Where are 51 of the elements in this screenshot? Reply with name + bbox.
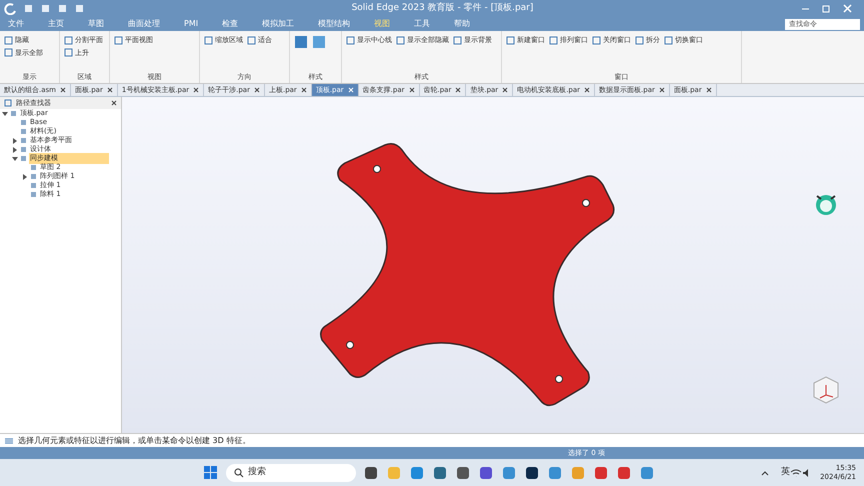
- tool-icon: [549, 36, 558, 45]
- prompt-text: 选择几何元素或特征以进行编辑，或单击某命令以创建 3D 特征。: [18, 434, 250, 446]
- tool-icon: [664, 36, 673, 45]
- app-icon[interactable]: [525, 466, 539, 480]
- style-icon[interactable]: [312, 35, 326, 49]
- window-title: Solid Edge 2023 教育版 - 零件 - [顶板.par]: [350, 2, 534, 15]
- close-icon[interactable]: [106, 87, 113, 93]
- close-icon[interactable]: [254, 87, 260, 93]
- close-icon[interactable]: [584, 87, 590, 93]
- mounting-hole-icon: [346, 341, 354, 349]
- mounting-hole-icon: [582, 199, 590, 207]
- tool-icon: [635, 36, 644, 45]
- tool-icon: [506, 36, 515, 45]
- tool-icon: [247, 36, 256, 45]
- mounting-hole-icon: [373, 165, 381, 173]
- tool-icon: [396, 36, 405, 45]
- close-icon[interactable]: [658, 87, 665, 93]
- expand-arrow-icon[interactable]: [12, 156, 18, 162]
- tool-icon: [114, 36, 123, 45]
- prompt-icon: [4, 436, 14, 444]
- app-icon[interactable]: [364, 466, 378, 480]
- chevron-up-icon[interactable]: [761, 468, 770, 476]
- expand-arrow-icon[interactable]: [2, 110, 8, 116]
- pathfinder-icon: [4, 99, 12, 107]
- assistant-icon[interactable]: [816, 195, 836, 215]
- close-icon[interactable]: [111, 100, 117, 106]
- close-icon[interactable]: [706, 87, 712, 93]
- close-icon[interactable]: [193, 87, 200, 93]
- close-icon[interactable]: [455, 87, 462, 93]
- search-icon: [234, 468, 244, 478]
- windows-start-icon[interactable]: [204, 466, 218, 480]
- tool-icon: [346, 36, 355, 45]
- close-icon[interactable]: [408, 87, 414, 93]
- ime-indicator[interactable]: 英: [781, 466, 790, 480]
- expand-arrow-icon[interactable]: [12, 138, 18, 144]
- style-icon[interactable]: [294, 35, 308, 49]
- wifi-icon[interactable]: [790, 468, 802, 478]
- mounting-hole-icon: [555, 375, 563, 383]
- close-icon[interactable]: [300, 87, 307, 93]
- tool-icon: [453, 36, 462, 45]
- close-icon[interactable]: [502, 87, 508, 93]
- restore-icon[interactable]: [822, 4, 831, 13]
- tool-icon: [592, 36, 601, 45]
- app-icon[interactable]: [456, 466, 470, 480]
- taskbar-search[interactable]: 搜索: [226, 464, 356, 482]
- close-icon[interactable]: [60, 87, 66, 93]
- expand-arrow-icon[interactable]: [12, 146, 18, 152]
- expand-arrow-icon[interactable]: [22, 174, 28, 180]
- tool-icon: [204, 36, 213, 45]
- app-logo-icon: [4, 2, 16, 14]
- view-cube-icon[interactable]: [814, 376, 838, 404]
